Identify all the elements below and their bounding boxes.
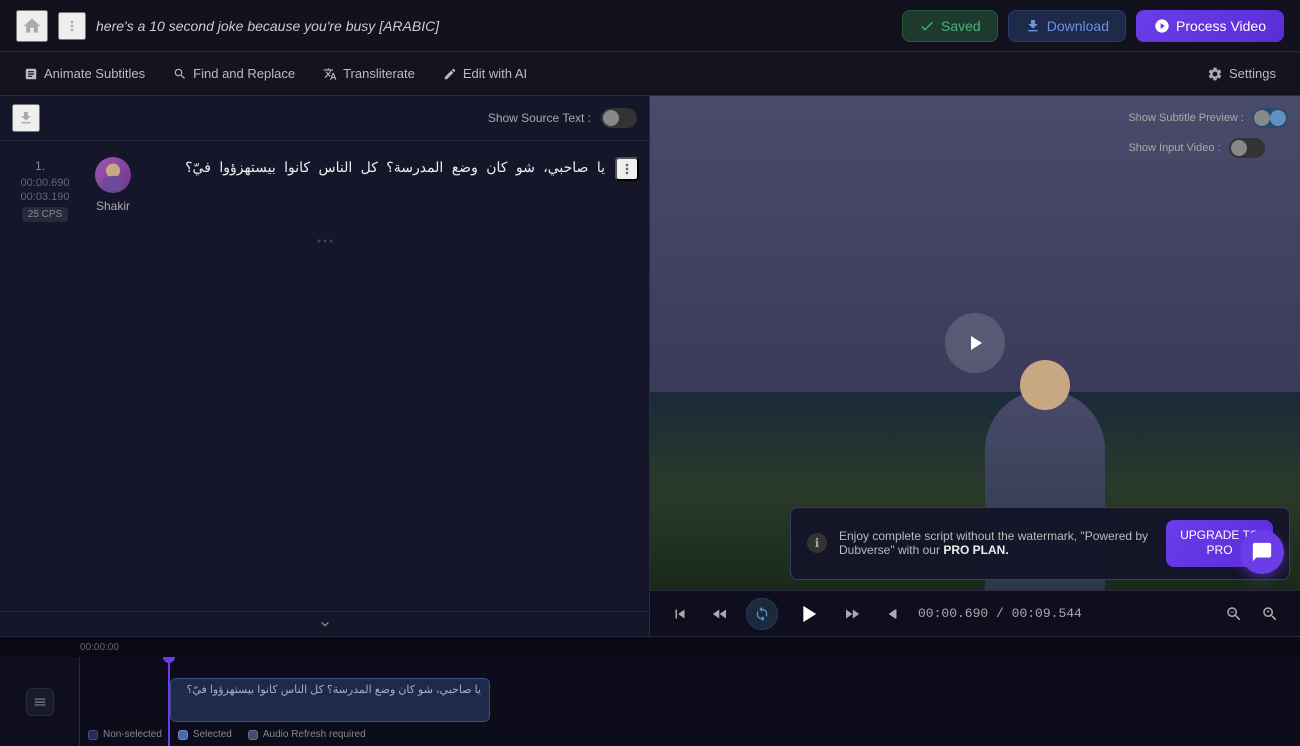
timeline-subtitle-text: يا صاحبي، شو كان وضع المدرسة؟ كل الناس ك… [187, 684, 481, 696]
export-button[interactable] [12, 104, 40, 132]
subtitle-time-start: 00:00.690 [21, 177, 70, 189]
timeline-legend: Non-selected Selected Audio Refresh requ… [88, 729, 366, 740]
subtitle-preview-toggle[interactable] [1252, 108, 1288, 128]
subtitle-toolbar: Show Source Text : [0, 96, 649, 141]
video-person-head [1020, 360, 1070, 410]
video-play-button[interactable] [945, 313, 1005, 373]
avatar [95, 157, 131, 193]
settings-button[interactable]: Settings [1195, 60, 1288, 88]
subtitle-text-input[interactable]: يا صاحبي، شو كان وضع المدرسة؟ كل الناس ك… [146, 157, 607, 224]
subtitle-options-button[interactable] [615, 157, 639, 181]
zoom-in-button[interactable] [1256, 600, 1284, 628]
input-video-toggle[interactable] [1229, 138, 1265, 158]
list-item: 1. 00:00.690 00:03.190 25 CPS Shakir [0, 149, 649, 232]
page-title: here's a 10 second joke because you're b… [96, 18, 439, 34]
saved-button[interactable]: Saved [902, 10, 998, 42]
upgrade-description: Enjoy complete script without the waterm… [839, 529, 1154, 557]
legend-non-selected-label: Non-selected [103, 729, 162, 740]
subtitle-preview-label: Show Subtitle Preview : [1128, 112, 1244, 124]
legend-audio-refresh-dot [248, 730, 258, 740]
input-video-label: Show Input Video : [1128, 142, 1220, 154]
timeline: 00:00:00 يا صاحبي، شو كان وضع المدرسة؟ ك… [0, 636, 1300, 746]
header: here's a 10 second joke because you're b… [0, 0, 1300, 52]
play-pause-button[interactable] [790, 596, 826, 632]
legend-audio-refresh: Audio Refresh required [248, 729, 366, 740]
timeline-playhead [168, 657, 170, 746]
video-right-controls: Show Subtitle Preview : Show Input Video… [1128, 108, 1288, 158]
timeline-subtitle-block[interactable]: يا صاحبي، شو كان وضع المدرسة؟ كل الناس ك… [170, 678, 490, 722]
speaker-name: Shakir [96, 199, 130, 213]
edit-ai-label: Edit with AI [463, 66, 527, 81]
next-button[interactable] [878, 600, 906, 628]
rewind-button[interactable] [706, 600, 734, 628]
legend-non-selected-dot [88, 730, 98, 740]
right-panel: Show Subtitle Preview : Show Input Video… [650, 96, 1300, 636]
show-source-text-label: Show Source Text : [488, 111, 591, 125]
transliterate-button[interactable]: Transliterate [311, 60, 427, 87]
animate-subtitles-label: Animate Subtitles [44, 66, 145, 81]
player-controls: 00:00.690 / 00:09.544 [650, 590, 1300, 636]
scroll-down-indicator[interactable] [0, 611, 649, 636]
current-time: 00:00.690 [918, 606, 988, 621]
time-separator: / [996, 606, 1012, 621]
prev-button[interactable] [666, 600, 694, 628]
legend-selected-dot [178, 730, 188, 740]
zoom-out-button[interactable] [1220, 600, 1248, 628]
process-video-label: Process Video [1176, 18, 1266, 34]
find-replace-label: Find and Replace [193, 66, 295, 81]
animate-subtitles-button[interactable]: Animate Subtitles [12, 60, 157, 87]
subtitle-number: 1. [35, 157, 55, 173]
input-video-toggle-row: Show Input Video : [1128, 138, 1288, 158]
timeline-arrange-button[interactable] [26, 688, 54, 716]
saved-label: Saved [941, 18, 981, 34]
info-icon: ℹ [807, 533, 827, 553]
total-time: 00:09.544 [1012, 606, 1082, 621]
toolbar: Animate Subtitles Find and Replace Trans… [0, 52, 1300, 96]
edit-ai-button[interactable]: Edit with AI [431, 60, 539, 87]
more-options-button[interactable] [58, 12, 86, 40]
left-panel: Show Source Text : 1. 00:00.690 00:03.19… [0, 96, 650, 636]
timeline-time-label: 00:00:00 [80, 642, 119, 653]
home-button[interactable] [16, 10, 48, 42]
timeline-track: يا صاحبي، شو كان وضع المدرسة؟ كل الناس ك… [80, 673, 1300, 723]
transliterate-label: Transliterate [343, 66, 415, 81]
process-video-button[interactable]: Process Video [1136, 10, 1284, 42]
header-left: here's a 10 second joke because you're b… [16, 10, 439, 42]
subtitle-list: 1. 00:00.690 00:03.190 25 CPS Shakir [0, 141, 649, 611]
header-right: Saved Download Process Video [902, 10, 1284, 42]
chat-button[interactable] [1240, 530, 1284, 574]
subtitle-time-end: 00:03.190 [21, 191, 70, 203]
download-button[interactable]: Download [1008, 10, 1126, 42]
pro-plan-text: PRO PLAN. [943, 543, 1008, 557]
timeline-ruler: 00:00:00 [0, 637, 1300, 657]
settings-label: Settings [1229, 66, 1276, 81]
drag-handle[interactable] [311, 236, 339, 246]
download-label: Download [1047, 18, 1109, 34]
find-replace-button[interactable]: Find and Replace [161, 60, 307, 87]
legend-non-selected: Non-selected [88, 729, 162, 740]
show-source-toggle[interactable] [601, 108, 637, 128]
video-container: Show Subtitle Preview : Show Input Video… [650, 96, 1300, 590]
cps-badge[interactable]: 25 CPS [22, 207, 68, 222]
zoom-controls [1220, 600, 1284, 628]
legend-selected-label: Selected [193, 729, 232, 740]
sync-button[interactable] [746, 598, 778, 630]
upgrade-banner: ℹ Enjoy complete script without the wate… [790, 507, 1290, 580]
subtitle-preview-toggle-row: Show Subtitle Preview : [1128, 108, 1288, 128]
timeline-left-panel [0, 657, 80, 746]
time-display: 00:00.690 / 00:09.544 [918, 606, 1082, 621]
main-layout: Show Source Text : 1. 00:00.690 00:03.19… [0, 96, 1300, 636]
forward-button[interactable] [838, 600, 866, 628]
drag-handle-area [0, 232, 649, 250]
legend-audio-refresh-label: Audio Refresh required [263, 729, 366, 740]
legend-selected: Selected [178, 729, 232, 740]
